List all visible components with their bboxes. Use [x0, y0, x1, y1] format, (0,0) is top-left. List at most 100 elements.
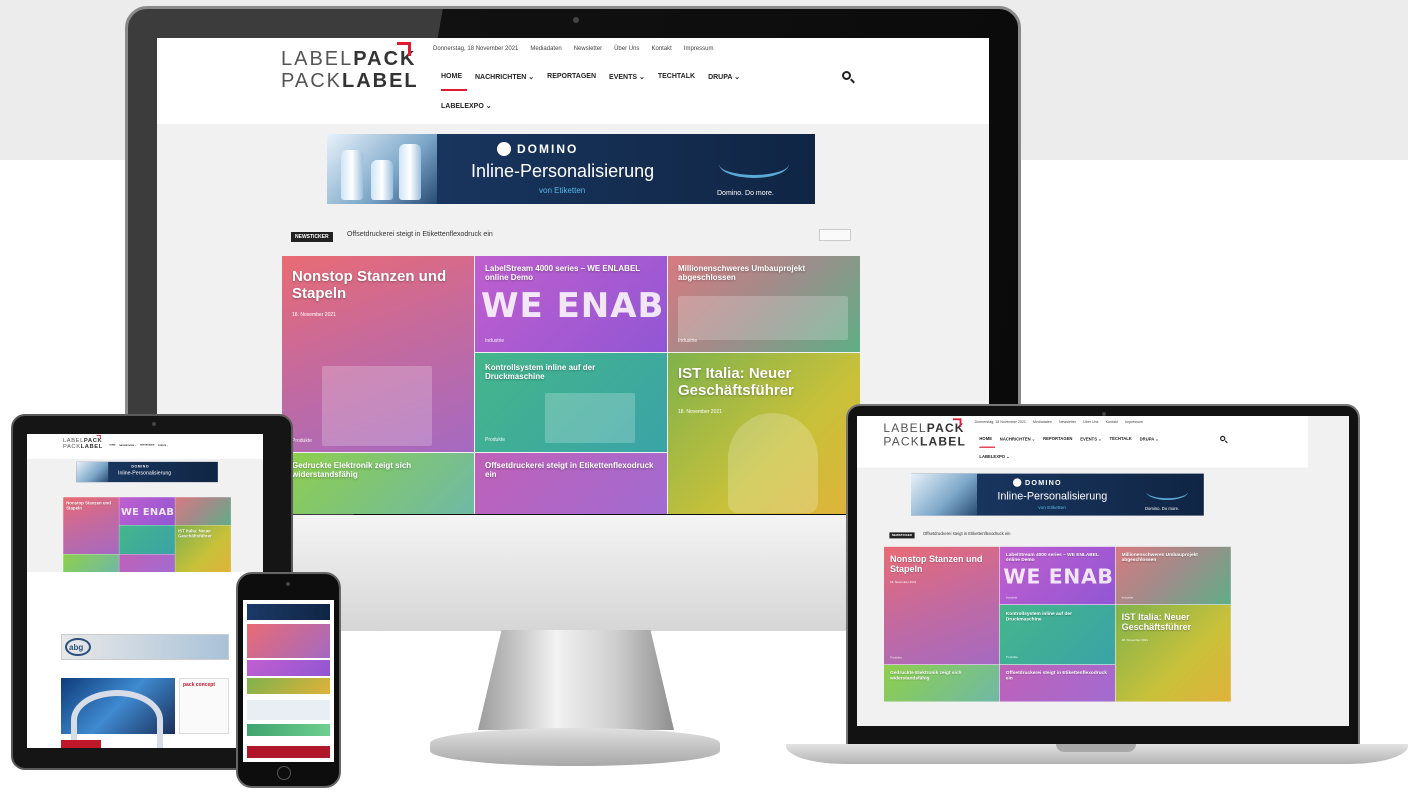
portrait-image: [728, 413, 818, 513]
tile-category: Produkte: [1005, 655, 1018, 659]
featured-tile[interactable]: IST Italia: Neuer Geschäftsführer: [175, 525, 231, 573]
newsticker-text[interactable]: Offsetdruckerei steigt in Etikettenflexo…: [923, 532, 1010, 536]
featured-tile[interactable]: Nonstop Stanzen und Stapeln 18. November…: [884, 546, 1000, 665]
tile-date: 18. November 2021: [890, 580, 917, 584]
domino-ad-banner[interactable]: DOMINO Inline-Personalisierung von Etike…: [327, 134, 815, 204]
featured-tile[interactable]: WE ENABLE: [119, 497, 175, 526]
newsticker-label: NEWSTICKER: [291, 232, 333, 242]
banner-subtitle: von Etiketten: [1038, 504, 1066, 511]
featured-tile[interactable]: IST Italia: Neuer Geschäftsführer 18. No…: [1115, 605, 1231, 702]
abg-brand-text: abg: [69, 643, 84, 652]
tile-title: LabelStream 4000 series – WE ENLABEL onl…: [1005, 551, 1099, 563]
featured-tile[interactable]: Nonstop Stanzen und Stapeln: [63, 497, 119, 555]
featured-tile[interactable]: Millionenschweres Umbauprojekt abgeschlo…: [1115, 546, 1231, 605]
nav-nachrichten[interactable]: NACHRICHTEN ⌄: [119, 444, 136, 446]
ticker-nav-buttons[interactable]: [819, 229, 851, 241]
logo-text: LABEL: [919, 435, 966, 449]
featured-tile[interactable]: Offsetdruckerei steigt in Etikettenflexo…: [999, 665, 1115, 702]
phone-domino-banner[interactable]: [247, 604, 330, 620]
featured-tile[interactable]: [175, 497, 231, 526]
featured-tile[interactable]: [119, 554, 175, 573]
mountain-wave-graphic: [719, 150, 789, 178]
home-button[interactable]: [277, 766, 291, 780]
topbar-link-impressum[interactable]: Impressum: [1125, 421, 1143, 425]
tile-title: Nonstop Stanzen und Stapeln: [890, 554, 983, 575]
search-icon[interactable]: [842, 71, 851, 80]
topbar-link-impressum[interactable]: Impressum: [684, 46, 714, 52]
featured-tile[interactable]: Gedruckte Elektronik zeigt sich widersta…: [282, 453, 474, 514]
domino-ad-banner[interactable]: DOMINO Inline-Personalisierung: [76, 461, 218, 483]
top-bar: Donnerstag, 18 November 2021 Mediadaten …: [975, 421, 1143, 425]
monitor-stand-neck: [478, 630, 674, 730]
phone-ad[interactable]: [247, 746, 330, 758]
banner-tagline: Domino. Do more.: [717, 190, 774, 197]
topbar-link-ueber-uns[interactable]: Über Uns: [614, 46, 639, 52]
topbar-link-newsletter[interactable]: Newsletter: [1059, 421, 1076, 425]
nav-reportagen[interactable]: REPORTAGEN: [140, 444, 154, 446]
topbar-link-newsletter[interactable]: Newsletter: [574, 46, 602, 52]
phone-featured-tile[interactable]: [247, 624, 330, 658]
tile-title: IST Italia: Neuer Geschäftsführer: [178, 528, 212, 539]
website-tablet: LABELPACK PACKLABEL HOME NACHRICHTEN ⌄ R…: [27, 434, 263, 573]
phone-featured-tile[interactable]: [247, 660, 330, 676]
featured-tile[interactable]: WE ENABLE LabelStream 4000 series – WE E…: [999, 546, 1115, 605]
featured-tile[interactable]: [63, 554, 119, 573]
newsticker-text[interactable]: Offsetdruckerei steigt in Etikettenflexo…: [347, 231, 493, 238]
nav-drupa[interactable]: DRUPA ⌄: [708, 73, 740, 81]
nav-events[interactable]: EVENTS ⌄: [1080, 437, 1101, 442]
tile-title: Gedruckte Elektronik zeigt sich widersta…: [890, 669, 962, 681]
nav-reportagen[interactable]: REPORTAGEN: [1043, 437, 1072, 442]
nav-home[interactable]: HOME: [109, 444, 115, 446]
phone-ad[interactable]: [247, 724, 330, 736]
bottles-image: [911, 473, 977, 516]
monitor-stand-base: [430, 728, 720, 766]
featured-tile[interactable]: [119, 525, 175, 555]
nav-home[interactable]: HOME: [979, 437, 992, 442]
featured-tile[interactable]: Millionenschweres Umbauprojekt abgeschlo…: [668, 256, 860, 352]
nav-nachrichten[interactable]: NACHRICHTEN ⌄: [1000, 437, 1035, 442]
logo-text: LABEL: [80, 443, 103, 450]
domino-ad-banner[interactable]: DOMINO Inline-Personalisierung von Etike…: [911, 473, 1204, 516]
featured-tile[interactable]: IST Italia: Neuer Geschäftsführer 18. No…: [668, 353, 860, 514]
search-icon[interactable]: [1220, 435, 1226, 442]
newsticker-label: NEWSTICKER: [889, 532, 915, 539]
nav-events[interactable]: EVENTS ⌄: [609, 73, 645, 81]
tile-category: Produkte: [890, 656, 903, 660]
featured-grid: Nonstop Stanzen und Stapeln WE ENABLE IS…: [63, 497, 231, 573]
featured-tile[interactable]: Kontrollsystem inline auf der Druckmasch…: [999, 605, 1115, 665]
domino-logo-icon: [1013, 478, 1022, 487]
topbar-link-kontakt[interactable]: Kontakt: [1106, 421, 1118, 425]
tile-category: Produkte: [485, 437, 506, 443]
tile-title: Nonstop Stanzen und Stapeln: [66, 500, 111, 511]
nav-nachrichten[interactable]: NACHRICHTEN ⌄: [475, 73, 534, 81]
tile-date: 18. November 2021: [1121, 638, 1148, 643]
tile-title: Millionenschweres Umbauprojekt abgeschlo…: [678, 264, 806, 283]
nav-events[interactable]: EVENTS ⌄: [158, 444, 168, 446]
nav-home[interactable]: HOME: [441, 73, 462, 81]
topbar-link-mediadaten[interactable]: Mediadaten: [530, 46, 561, 52]
featured-tile[interactable]: WE ENABLE LabelStream 4000 series – WE E…: [475, 256, 667, 352]
nav-techtalk[interactable]: TECHTALK: [658, 73, 695, 81]
featured-tile[interactable]: Offsetdruckerei steigt in Etikettenflexo…: [475, 453, 667, 514]
nav-labelexpo[interactable]: LABELEXPO ⌄: [979, 454, 1009, 459]
main-nav: HOME NACHRICHTEN ⌄ REPORTAGEN EVENTS ⌄ T…: [979, 437, 1158, 442]
nav-techtalk[interactable]: TECHTALK: [1110, 437, 1132, 442]
phone-featured-tile[interactable]: [247, 678, 330, 694]
featured-tile[interactable]: Gedruckte Elektronik zeigt sich widersta…: [884, 665, 1000, 702]
topbar-link-ueber-uns[interactable]: Über Uns: [1083, 421, 1098, 425]
red-ad-strip[interactable]: [61, 740, 101, 748]
phone-ad[interactable]: [247, 700, 330, 720]
tile-overlay-text: WE ENABLE: [120, 505, 175, 518]
topbar-link-kontakt[interactable]: Kontakt: [651, 46, 671, 52]
featured-tile[interactable]: Kontrollsystem inline auf der Druckmasch…: [475, 353, 667, 452]
banner-title: Inline-Personalisierung: [997, 489, 1108, 502]
topbar-link-mediadaten[interactable]: Mediadaten: [1033, 421, 1052, 425]
nav-drupa[interactable]: DRUPA ⌄: [1140, 437, 1159, 442]
banner-tagline: Domino. Do more.: [1145, 507, 1180, 512]
tile-category: Produkte: [292, 438, 313, 444]
nav-reportagen[interactable]: REPORTAGEN: [547, 73, 596, 81]
logo-text: LABEL: [341, 70, 419, 92]
laptop-notch: [1056, 744, 1136, 752]
featured-tile[interactable]: Nonstop Stanzen und Stapeln 18. November…: [282, 256, 474, 452]
nav-labelexpo[interactable]: LABELEXPO ⌄: [441, 102, 492, 110]
